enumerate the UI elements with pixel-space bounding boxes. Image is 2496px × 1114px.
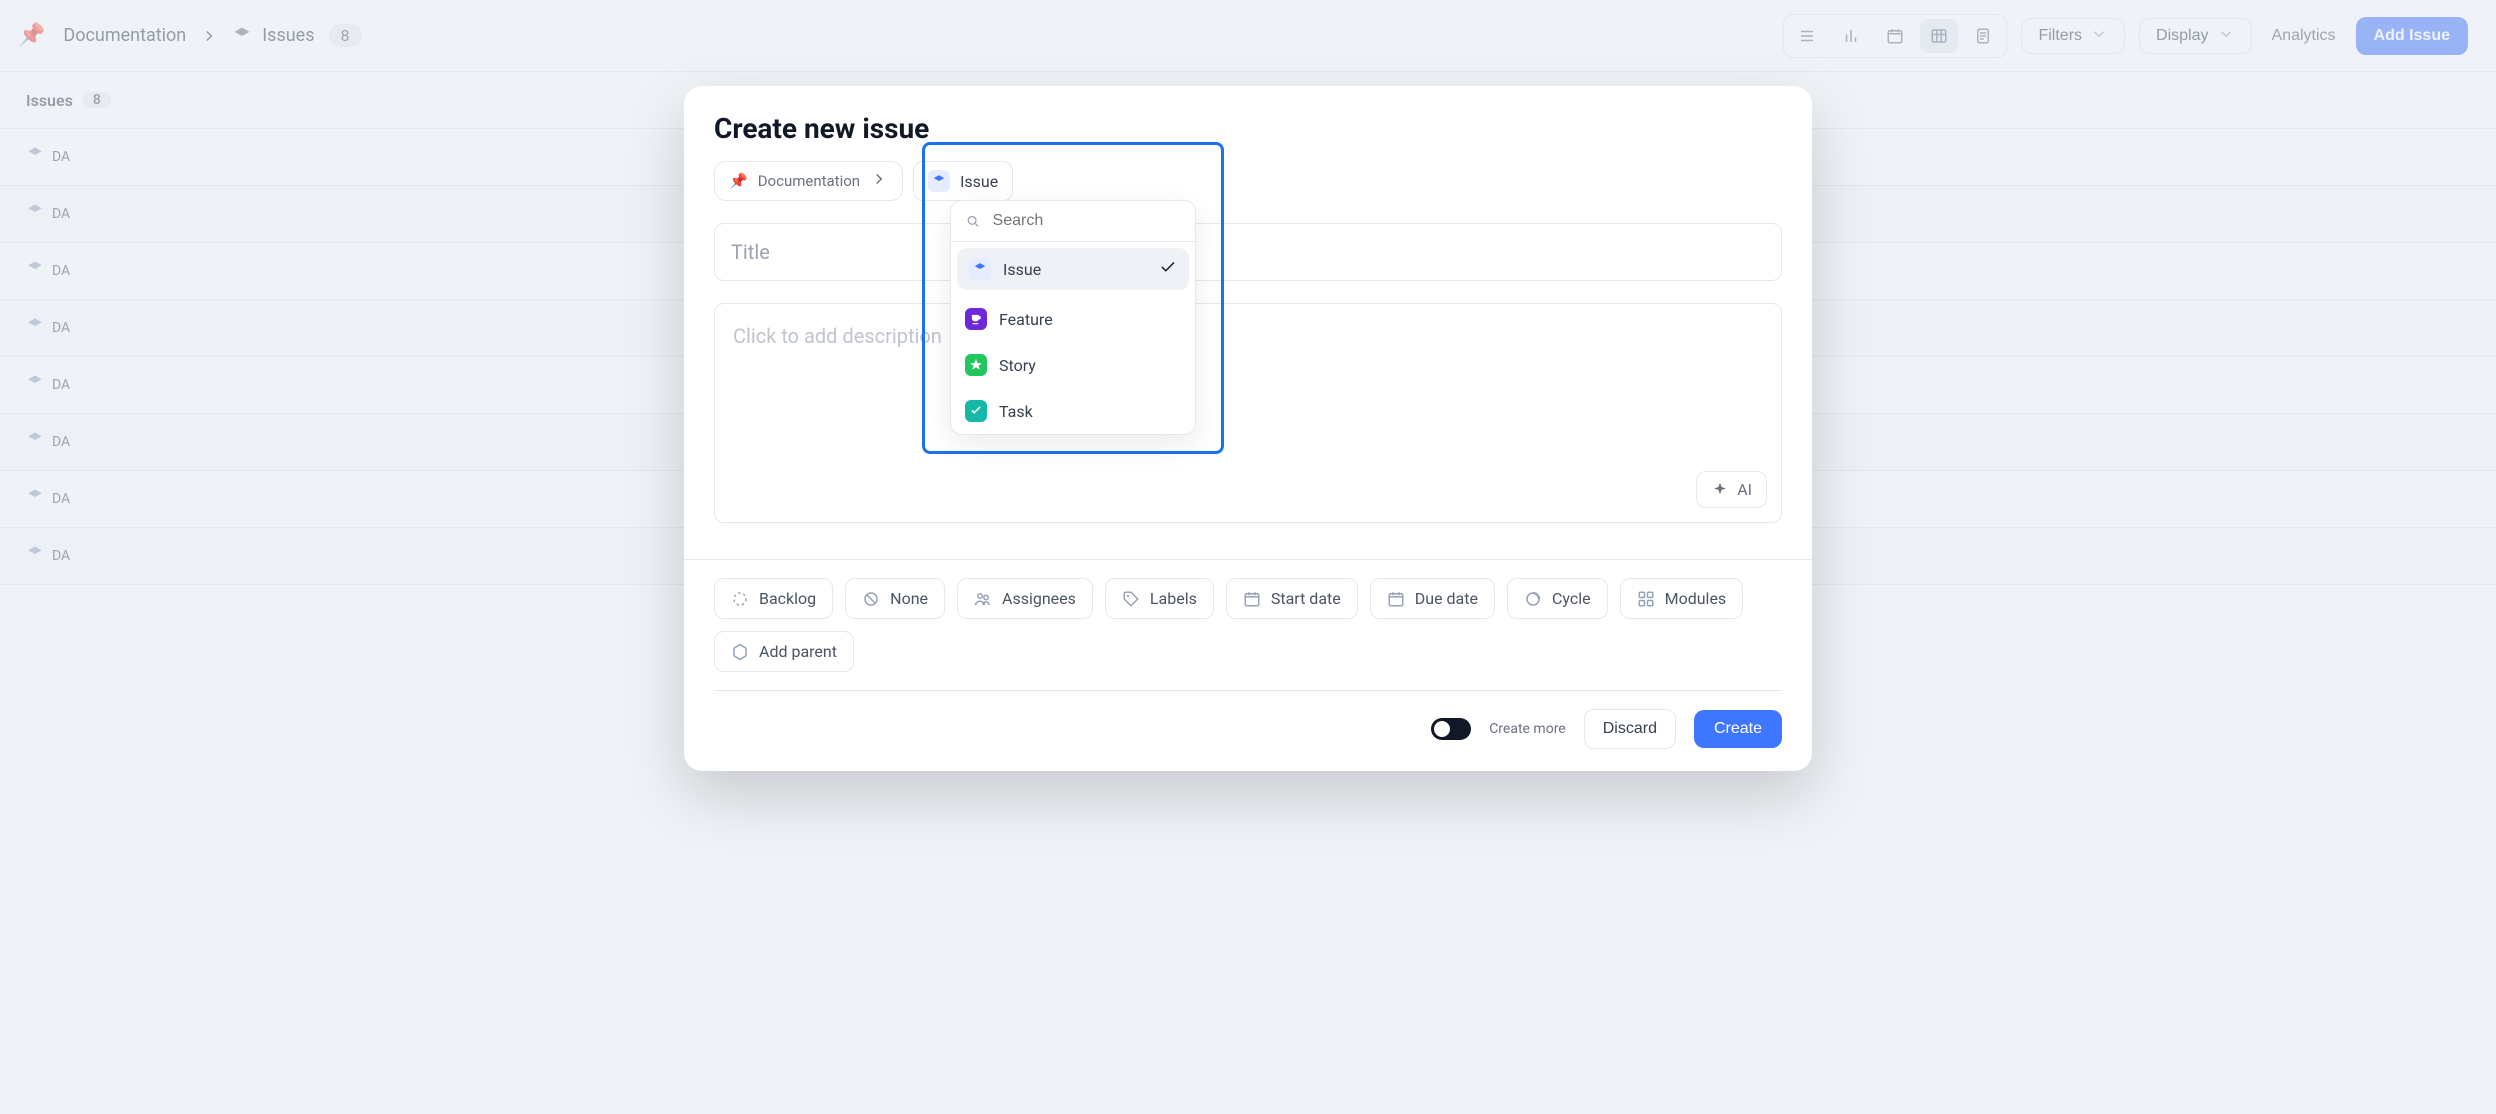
tag-icon bbox=[1122, 590, 1140, 608]
issue-icon bbox=[969, 258, 991, 280]
create-label: Create bbox=[1714, 720, 1762, 737]
cycle-icon bbox=[1524, 590, 1542, 608]
project-chip-label: Documentation bbox=[758, 172, 860, 190]
ban-icon bbox=[862, 590, 880, 608]
issue-type-dropdown: Issue Feature Story Task bbox=[950, 200, 1196, 435]
module-icon bbox=[1637, 590, 1655, 608]
hex-icon bbox=[731, 643, 749, 661]
due-date-chip[interactable]: Due date bbox=[1370, 578, 1495, 619]
modal-overlay[interactable]: Create new issue 📌 Documentation Issue bbox=[0, 0, 2496, 1114]
story-icon bbox=[965, 354, 987, 376]
description-placeholder: Click to add description bbox=[733, 324, 942, 348]
labels-label: Labels bbox=[1150, 589, 1197, 608]
ai-label: AI bbox=[1737, 480, 1752, 499]
create-button[interactable]: Create bbox=[1694, 710, 1782, 748]
dropdown-item-label: Issue bbox=[1003, 260, 1041, 279]
modal-title: Create new issue bbox=[714, 112, 1782, 145]
dropdown-item-label: Feature bbox=[999, 310, 1053, 329]
modal-breadcrumb-chips: 📌 Documentation Issue bbox=[714, 161, 1782, 201]
due-date-label: Due date bbox=[1415, 589, 1478, 608]
dropdown-item-story[interactable]: Story bbox=[951, 342, 1195, 388]
dropdown-item-task[interactable]: Task bbox=[951, 388, 1195, 434]
task-icon bbox=[965, 400, 987, 422]
dropdown-list: Issue Feature Story Task bbox=[951, 248, 1195, 434]
modules-label: Modules bbox=[1665, 589, 1727, 608]
dropdown-item-label: Story bbox=[999, 356, 1036, 375]
cycle-chip[interactable]: Cycle bbox=[1507, 578, 1608, 619]
dropdown-item-issue[interactable]: Issue bbox=[957, 248, 1189, 290]
sparkle-icon bbox=[1711, 481, 1729, 499]
modal-footer: Backlog None Assignees Labels bbox=[684, 559, 1812, 771]
add-parent-chip[interactable]: Add parent bbox=[714, 631, 854, 672]
footer-chip-row: Backlog None Assignees Labels bbox=[714, 578, 1782, 672]
check-icon bbox=[1159, 258, 1177, 280]
add-parent-label: Add parent bbox=[759, 642, 837, 661]
title-placeholder: Title bbox=[731, 240, 770, 264]
priority-chip[interactable]: None bbox=[845, 578, 945, 619]
chevron-right-icon bbox=[870, 170, 888, 192]
ai-button[interactable]: AI bbox=[1696, 471, 1767, 508]
calendar-icon bbox=[1387, 590, 1405, 608]
start-date-chip[interactable]: Start date bbox=[1226, 578, 1358, 619]
assignees-label: Assignees bbox=[1002, 589, 1076, 608]
search-icon bbox=[965, 212, 981, 230]
labels-chip[interactable]: Labels bbox=[1105, 578, 1214, 619]
modules-chip[interactable]: Modules bbox=[1620, 578, 1744, 619]
create-issue-modal: Create new issue 📌 Documentation Issue bbox=[684, 86, 1812, 771]
dropdown-search-input[interactable] bbox=[991, 211, 1181, 231]
calendar-icon bbox=[1243, 590, 1261, 608]
dropdown-search[interactable] bbox=[951, 201, 1195, 242]
pin-icon: 📌 bbox=[729, 172, 748, 190]
app-root: 📌 Documentation Issues 8 Filters bbox=[0, 0, 2496, 1114]
create-more-label: Create more bbox=[1489, 721, 1566, 737]
cycle-label: Cycle bbox=[1552, 589, 1591, 608]
discard-button[interactable]: Discard bbox=[1584, 709, 1676, 749]
discard-label: Discard bbox=[1603, 720, 1657, 737]
description-input[interactable]: Click to add description AI bbox=[714, 303, 1782, 523]
feature-icon bbox=[965, 308, 987, 330]
priority-label: None bbox=[890, 589, 928, 608]
project-chip[interactable]: 📌 Documentation bbox=[714, 161, 903, 201]
dropdown-item-feature[interactable]: Feature bbox=[951, 296, 1195, 342]
modal-header: Create new issue 📌 Documentation Issue bbox=[684, 86, 1812, 207]
dotted-circle-icon bbox=[731, 590, 749, 608]
backlog-chip[interactable]: Backlog bbox=[714, 578, 833, 619]
start-date-label: Start date bbox=[1271, 589, 1341, 608]
backlog-label: Backlog bbox=[759, 589, 816, 608]
users-icon bbox=[974, 590, 992, 608]
title-input[interactable]: Title bbox=[714, 223, 1782, 281]
assignees-chip[interactable]: Assignees bbox=[957, 578, 1093, 619]
create-more-toggle[interactable] bbox=[1431, 718, 1471, 740]
dropdown-item-label: Task bbox=[999, 402, 1033, 421]
